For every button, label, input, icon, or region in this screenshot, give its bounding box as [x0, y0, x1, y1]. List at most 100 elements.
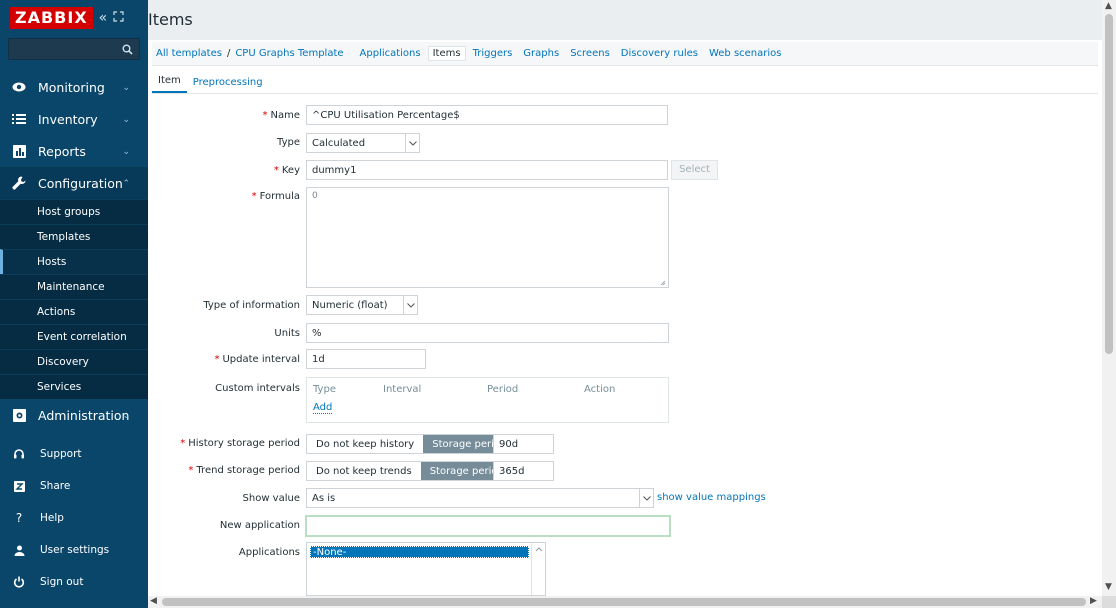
- tab-item[interactable]: Item: [152, 75, 187, 93]
- tab-graphs[interactable]: Graphs: [519, 46, 563, 61]
- menu-label: Share: [40, 480, 71, 492]
- submenu-discovery[interactable]: Discovery: [0, 349, 148, 374]
- type-select[interactable]: Calculated: [306, 133, 420, 153]
- horizontal-scrollbar[interactable]: ◀ ▶: [148, 596, 1102, 608]
- update-interval-label: * Update interval: [214, 354, 300, 365]
- menu-label: Reports: [38, 143, 86, 159]
- search-icon[interactable]: [122, 44, 133, 55]
- key-field[interactable]: [306, 160, 668, 180]
- menu-support[interactable]: Support: [0, 438, 148, 470]
- submenu-host-groups[interactable]: Host groups: [0, 199, 148, 224]
- formula-value: 0: [312, 191, 318, 201]
- menu-label: Monitoring: [38, 79, 105, 95]
- tab-web-scenarios[interactable]: Web scenarios: [705, 46, 786, 61]
- zabbix-logo[interactable]: ZABBIX: [10, 7, 93, 29]
- type-label: Type: [277, 137, 300, 148]
- sidebar-search-input[interactable]: [8, 38, 140, 60]
- name-field[interactable]: [306, 105, 668, 125]
- history-period-field[interactable]: [493, 434, 554, 454]
- menu-monitoring[interactable]: Monitoring ⌄: [0, 71, 148, 103]
- submenu-maintenance[interactable]: Maintenance: [0, 274, 148, 299]
- applications-option[interactable]: -None-: [310, 546, 529, 558]
- submenu-event-correlation[interactable]: Event correlation: [0, 324, 148, 349]
- wrench-icon: [12, 176, 26, 190]
- show-value-select[interactable]: As is: [306, 488, 654, 508]
- bar-chart-icon: [12, 144, 26, 158]
- horizontal-scroll-thumb[interactable]: [162, 598, 1086, 606]
- new-application-label: New application: [219, 520, 300, 531]
- menu-configuration[interactable]: Configuration ⌃: [0, 167, 148, 199]
- show-value-value: As is: [312, 492, 336, 504]
- listbox-scrollbar[interactable]: [531, 543, 545, 595]
- history-do-not-keep-option[interactable]: Do not keep history: [307, 435, 423, 453]
- menu-share[interactable]: Share: [0, 470, 148, 502]
- chevron-down-icon: ⌄: [122, 83, 130, 93]
- type-of-information-select[interactable]: Numeric (float): [306, 295, 418, 315]
- trend-period-field[interactable]: [493, 461, 554, 481]
- share-icon: [12, 479, 26, 493]
- help-icon: ?: [15, 511, 23, 525]
- column-period: Period: [487, 384, 519, 395]
- submenu-actions[interactable]: Actions: [0, 299, 148, 324]
- scroll-left-icon[interactable]: ◀: [150, 596, 157, 606]
- show-value-mappings-link[interactable]: show value mappings: [657, 492, 766, 503]
- scroll-up-icon[interactable]: ▲: [1105, 1, 1112, 11]
- logo-row: ZABBIX «: [0, 0, 148, 36]
- applications-listbox[interactable]: -None-: [306, 542, 546, 596]
- menu-user-settings[interactable]: User settings: [0, 534, 148, 566]
- units-label: Units: [274, 328, 300, 339]
- menu-inventory[interactable]: Inventory ⌄: [0, 103, 148, 135]
- kiosk-mode-icon[interactable]: [113, 10, 124, 26]
- chevron-down-icon: [403, 296, 417, 314]
- breadcrumb-template[interactable]: CPU Graphs Template: [231, 46, 347, 61]
- menu-administration[interactable]: Administration ⌄: [0, 399, 148, 431]
- chevron-down-icon: [639, 489, 653, 507]
- tab-preprocessing[interactable]: Preprocessing: [187, 77, 269, 93]
- add-custom-interval-link[interactable]: Add: [313, 402, 333, 414]
- history-storage-toggle[interactable]: Do not keep history Storage period: [306, 434, 517, 454]
- vertical-scrollbar[interactable]: ▲ ▼: [1102, 0, 1116, 596]
- vertical-scroll-thumb[interactable]: [1105, 14, 1113, 354]
- breadcrumb-all-templates[interactable]: All templates: [152, 46, 226, 61]
- name-label: * Name: [262, 110, 300, 121]
- bottom-menu: Support Share ? Help User settings Sign …: [0, 438, 148, 598]
- type-of-information-label: Type of information: [203, 300, 300, 311]
- column-type: Type: [313, 384, 336, 395]
- sidebar: ZABBIX « Monitoring ⌄ Inventory ⌄ Report…: [0, 0, 148, 608]
- tab-applications[interactable]: Applications: [356, 46, 425, 61]
- resize-grip-icon[interactable]: [660, 279, 666, 286]
- trend-do-not-keep-option[interactable]: Do not keep trends: [307, 462, 421, 480]
- chevron-up-icon: ⌃: [122, 179, 130, 189]
- tab-triggers[interactable]: Triggers: [469, 46, 517, 61]
- update-interval-field[interactable]: [306, 349, 426, 369]
- tab-items[interactable]: Items: [427, 46, 466, 61]
- applications-label: Applications: [238, 547, 300, 558]
- scroll-down-icon[interactable]: ▼: [1105, 582, 1112, 592]
- submenu-hosts[interactable]: Hosts: [0, 249, 148, 274]
- submenu-templates[interactable]: Templates: [0, 224, 148, 249]
- eye-icon: [12, 80, 26, 94]
- custom-intervals-table: Type Interval Period Action Add: [306, 377, 669, 423]
- menu-help[interactable]: ? Help: [0, 502, 148, 534]
- new-application-field[interactable]: [305, 515, 671, 537]
- type-select-value: Calculated: [312, 137, 366, 149]
- submenu-services[interactable]: Services: [0, 374, 148, 399]
- trend-storage-label: * Trend storage period: [188, 465, 300, 476]
- formula-textarea[interactable]: 0: [306, 187, 669, 288]
- type-of-information-value: Numeric (float): [312, 299, 388, 311]
- user-icon: [12, 543, 26, 557]
- units-field[interactable]: [306, 323, 669, 343]
- menu-sign-out[interactable]: Sign out: [0, 566, 148, 598]
- tab-screens[interactable]: Screens: [566, 46, 614, 61]
- select-key-button[interactable]: Select: [671, 160, 718, 180]
- menu-label: User settings: [40, 544, 110, 556]
- main-content: Items All templates / CPU Graphs Templat…: [148, 0, 1102, 596]
- gear-icon: [12, 408, 26, 422]
- menu-reports[interactable]: Reports ⌄: [0, 135, 148, 167]
- chevron-down-icon: ⌄: [122, 115, 130, 125]
- show-value-label: Show value: [242, 493, 300, 504]
- scroll-right-icon[interactable]: ▶: [1090, 596, 1097, 606]
- collapse-sidebar-icon[interactable]: «: [99, 10, 108, 26]
- trend-storage-toggle[interactable]: Do not keep trends Storage period: [306, 461, 514, 481]
- tab-discovery-rules[interactable]: Discovery rules: [617, 46, 702, 61]
